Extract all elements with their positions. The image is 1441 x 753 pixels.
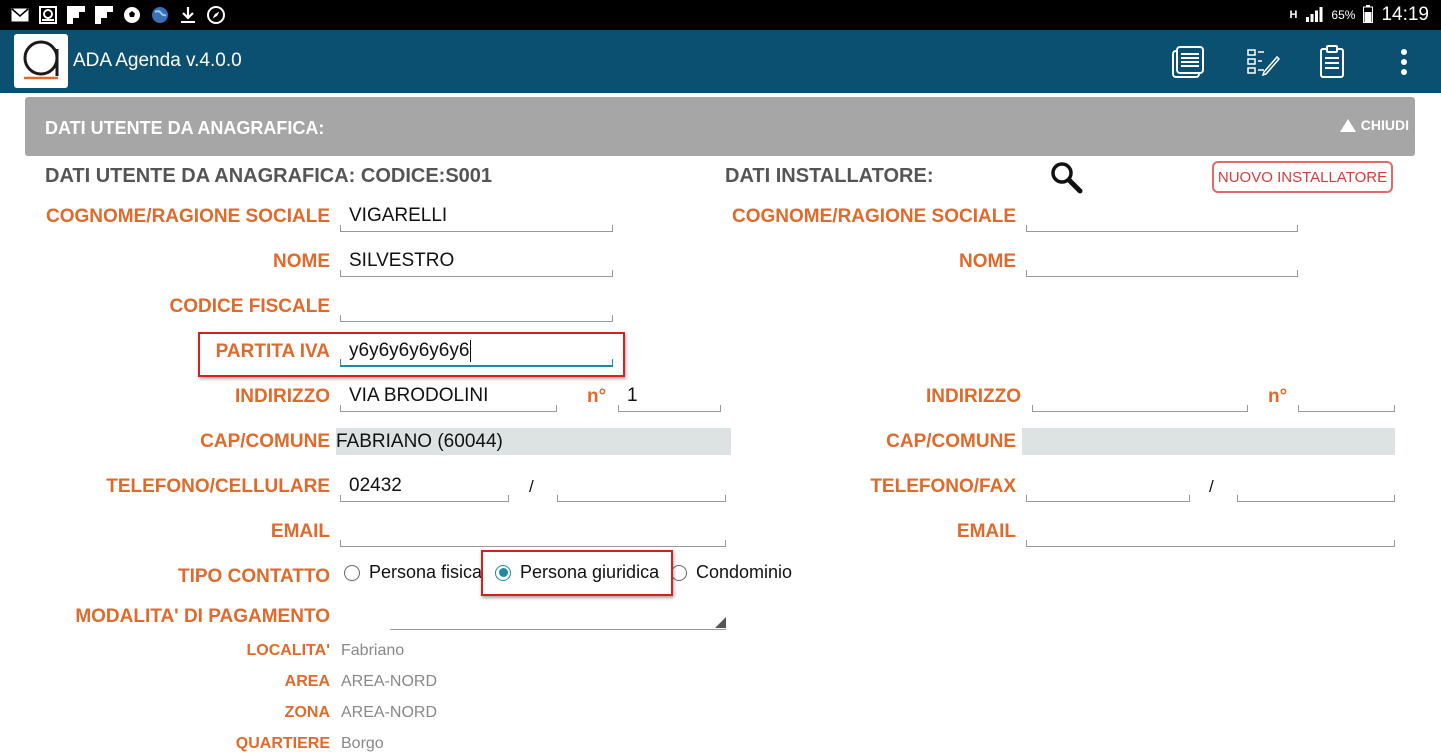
radio-circle	[344, 564, 360, 581]
numero-input[interactable]: 1	[618, 382, 721, 412]
mail-icon	[10, 5, 30, 25]
clipboard-icon	[1320, 45, 1344, 78]
radio-persona-fisica[interactable]: Persona fisica	[344, 562, 482, 583]
quote-icon	[38, 5, 58, 25]
highlight-persona-giuridica	[481, 550, 673, 596]
cellulare-input[interactable]	[557, 472, 726, 502]
email-input[interactable]	[340, 517, 726, 547]
search-installer-button[interactable]	[1048, 160, 1084, 196]
installer-label-indirizzo: INDIRIZZO	[926, 386, 1021, 407]
edit-list-icon	[1247, 49, 1280, 77]
pagamento-select[interactable]	[390, 602, 726, 630]
clock: 14:19	[1381, 4, 1429, 25]
radio-label: Condominio	[696, 562, 793, 582]
quartiere-value: Borgo	[341, 735, 384, 752]
radio-label: Persona fisica	[369, 562, 483, 582]
user-data-header: DATI UTENTE DA ANAGRAFICA: CODICE:S001	[45, 165, 493, 187]
label-pagamento: MODALITA' DI PAGAMENTO	[75, 606, 330, 627]
new-installer-button[interactable]: NUOVO INSTALLATORE	[1212, 161, 1393, 193]
installer-header: DATI INSTALLATORE:	[725, 165, 934, 187]
highlight-partita-iva	[198, 332, 625, 377]
status-bar: H 65% 14:19	[0, 0, 1441, 30]
overflow-menu-button[interactable]	[1384, 42, 1424, 82]
label-quartiere: QUARTIERE	[235, 735, 330, 752]
flipboard-icon	[94, 5, 114, 25]
label-cognome: COGNOME/RAGIONE SOCIALE	[46, 206, 330, 227]
codice-fiscale-input[interactable]	[340, 292, 613, 322]
label-codice-fiscale: CODICE FISCALE	[169, 296, 330, 317]
installer-label-telefono: TELEFONO/FAX	[870, 476, 1016, 497]
cap-comune-field: FABRIANO (60044)	[336, 428, 731, 455]
flipboard-icon	[66, 5, 86, 25]
phone-separator: /	[529, 477, 534, 496]
label-area: AREA	[284, 673, 330, 690]
nome-input[interactable]: SILVESTRO	[340, 247, 613, 277]
search-icon	[1051, 162, 1083, 194]
signal-icon	[1305, 6, 1323, 25]
download-icon	[178, 5, 198, 25]
localita-value: Fabriano	[341, 642, 405, 659]
label-cap-comune: CAP/COMUNE	[200, 431, 330, 452]
installer-nome-input[interactable]	[1026, 247, 1298, 277]
edit-list-button[interactable]	[1242, 42, 1282, 82]
label-localita: LOCALITA'	[246, 642, 331, 659]
clipboard-button[interactable]	[1312, 42, 1352, 82]
battery-icon	[1363, 4, 1374, 26]
label-numero: n°	[587, 386, 607, 407]
radio-circle	[671, 564, 687, 581]
label-telefono: TELEFONO/CELLULARE	[106, 476, 330, 497]
notification-icons	[10, 5, 226, 25]
globe-icon	[150, 5, 170, 25]
installer-telefono-input[interactable]	[1026, 472, 1190, 502]
app-title: ADA Agenda v.4.0.0	[73, 50, 242, 71]
zona-value: AREA-NORD	[341, 704, 438, 721]
indirizzo-input[interactable]: VIA BRODOLINI	[340, 382, 557, 412]
battery-percent: 65%	[1331, 8, 1356, 22]
installer-email-input[interactable]	[1026, 517, 1395, 547]
section-header-bar: DATI UTENTE DA ANAGRAFICA: CHIUDI	[25, 97, 1415, 156]
dropdown-corner-icon	[715, 617, 726, 628]
installer-phone-separator: /	[1209, 477, 1214, 496]
installer-label-email: EMAIL	[956, 521, 1016, 542]
installer-numero-input[interactable]	[1298, 382, 1395, 412]
collapse-button[interactable]: CHIUDI	[1339, 117, 1409, 133]
radio-condominio[interactable]: Condominio	[671, 562, 792, 583]
installer-indirizzo-input[interactable]	[1032, 382, 1248, 412]
overflow-menu-icon	[1401, 49, 1407, 75]
label-indirizzo: INDIRIZZO	[235, 386, 330, 407]
label-tipo-contatto: TIPO CONTATTO	[178, 566, 330, 587]
app-bar: ADA Agenda v.4.0.0	[0, 30, 1441, 93]
system-status: H 65% 14:19	[1289, 0, 1429, 30]
soccer-icon	[122, 5, 142, 25]
network-type-label: H	[1289, 9, 1298, 21]
document-list-icon	[1172, 46, 1204, 78]
installer-label-nome: NOME	[959, 251, 1016, 272]
installer-label-numero: n°	[1268, 386, 1288, 407]
cognome-input[interactable]: VIGARELLI	[340, 202, 613, 232]
collapse-label: CHIUDI	[1360, 117, 1409, 133]
app-logo	[14, 34, 68, 88]
telefono-input[interactable]: 02432	[340, 472, 509, 502]
installer-label-cap-comune: CAP/COMUNE	[886, 431, 1016, 452]
triangle-up-icon	[1339, 118, 1356, 132]
area-value: AREA-NORD	[341, 673, 438, 690]
label-nome: NOME	[273, 251, 330, 272]
compass-icon	[206, 5, 226, 25]
installer-cap-comune-field	[1022, 428, 1395, 455]
label-email: EMAIL	[270, 521, 330, 542]
document-list-button[interactable]	[1168, 42, 1208, 82]
label-zona: ZONA	[284, 704, 330, 721]
installer-label-cognome: COGNOME/RAGIONE SOCIALE	[732, 206, 1016, 227]
installer-cognome-input[interactable]	[1026, 202, 1298, 232]
installer-fax-input[interactable]	[1237, 472, 1395, 502]
section-title: DATI UTENTE DA ANAGRAFICA:	[45, 118, 325, 138]
